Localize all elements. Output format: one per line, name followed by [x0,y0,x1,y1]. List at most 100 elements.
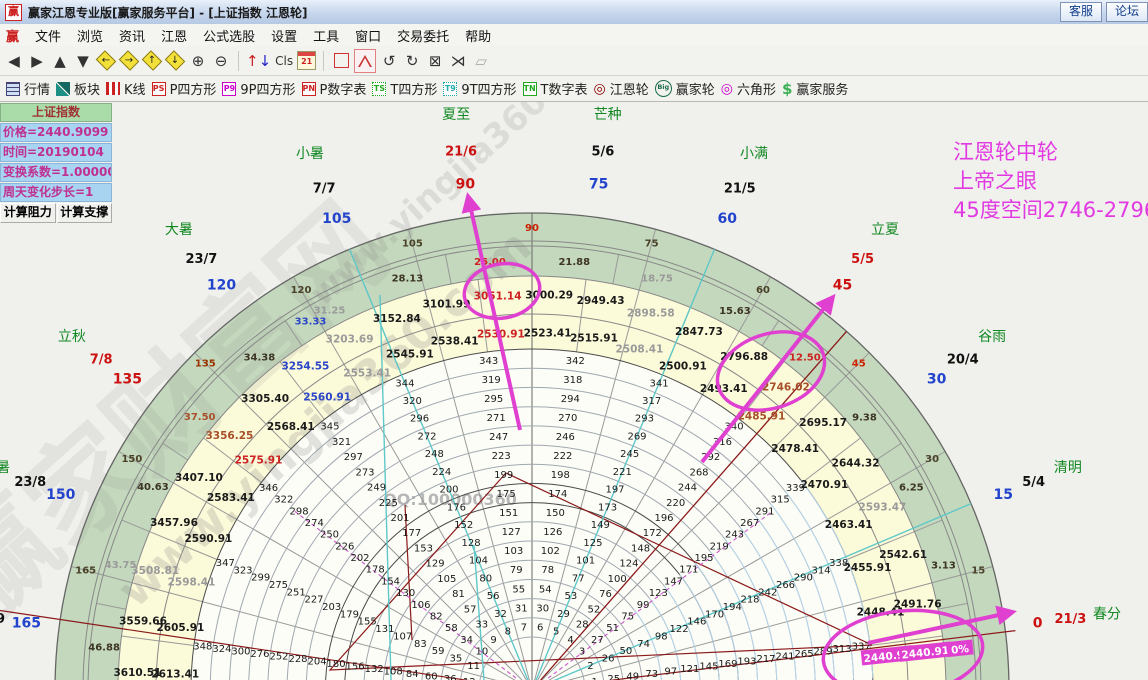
view-button-江恩轮[interactable]: ◎江恩轮 [594,79,649,98]
view-button-label: 9T四方形 [461,79,516,98]
blocks-icon [56,82,70,96]
menu-item[interactable]: 江恩 [153,24,195,47]
svg-text:8: 8 [505,627,511,638]
toolbar-icon[interactable]: ◀ [4,50,24,72]
svg-text:156: 156 [346,662,365,673]
svg-text:46.88: 46.88 [88,643,120,654]
view-button-P四方形[interactable]: PSP四方形 [152,79,217,98]
svg-text:小暑: 小暑 [296,146,324,162]
toolbar-icon[interactable]: ⊖ [211,50,231,72]
svg-text:2463.41: 2463.41 [825,519,873,531]
svg-text:6.25: 6.25 [899,483,924,494]
svg-text:3101.99: 3101.99 [423,298,471,310]
menu-item[interactable]: 文件 [27,24,69,47]
view-button-9P四方形[interactable]: P99P四方形 [222,79,295,98]
svg-text:179: 179 [340,609,359,620]
app-logo-icon: 赢 [5,4,22,21]
letter-icon: T9 [443,82,457,96]
toolbar-icon[interactable]: ▼ [73,50,93,72]
svg-text:250: 250 [320,530,339,541]
svg-text:2593.47: 2593.47 [858,502,906,514]
menu-item[interactable]: 交易委托 [389,24,457,47]
view-button-T数字表[interactable]: TNT数字表 [523,79,588,98]
diamond-arrow-icon[interactable]: ↑ [142,52,162,69]
svg-text:345: 345 [320,422,339,433]
view-button-六角形[interactable]: ◎六角形 [721,79,776,98]
svg-text:49: 49 [626,672,639,680]
svg-text:169: 169 [718,659,737,670]
panel-row: 价格=2440.9099 [0,123,112,142]
panel-button[interactable]: 计算阻力 [0,203,56,223]
menu-item[interactable]: 工具 [305,24,347,47]
toolbar-icon[interactable]: ⊠ [425,50,445,72]
svg-text:245: 245 [620,449,639,460]
title-bar[interactable]: 赢 赢家江恩专业版[赢家服务平台] - [上证指数 江恩轮] 客服论坛 [0,0,1148,25]
svg-text:25: 25 [607,674,620,680]
diamond-arrow-icon[interactable]: → [119,52,139,69]
view-button-9T四方形[interactable]: T9 9T四方形 [443,79,516,98]
svg-text:2644.32: 2644.32 [832,457,880,469]
view-button-T四方形[interactable]: TST四方形 [372,79,437,98]
svg-text:104: 104 [469,556,488,567]
toolbar-icon[interactable]: ▶ [27,50,47,72]
titlebar-button[interactable]: 论坛 [1106,2,1148,22]
letter-icon: PS [152,82,166,96]
view-button-赢家服务[interactable]: $赢家服务 [782,79,848,98]
view-button-P数字表[interactable]: PNP数字表 [302,79,367,98]
svg-text:5: 5 [553,627,559,638]
panel-row: 时间=20190104 [0,143,112,162]
toolbar-icon[interactable]: ⊕ [188,50,208,72]
svg-text:34.38: 34.38 [244,353,276,364]
menu-item[interactable]: 帮助 [457,24,499,47]
menu-item[interactable]: 公式选股 [195,24,263,47]
calendar-icon[interactable]: 21 [297,51,316,70]
svg-text:291: 291 [755,506,774,517]
view-button-板块[interactable]: 板块 [56,79,100,98]
svg-text:348: 348 [193,642,212,653]
svg-text:127: 127 [502,527,521,538]
svg-text:56: 56 [487,591,500,602]
svg-text:9: 9 [490,635,496,646]
svg-text:180: 180 [327,659,346,670]
svg-text:18.75: 18.75 [641,274,673,285]
svg-text:31.25: 31.25 [314,306,346,317]
toolbar-icon[interactable]: ↻ [402,50,422,72]
svg-text:150: 150 [121,454,142,465]
diamond-arrow-icon[interactable]: ← [96,52,116,69]
svg-text:320: 320 [403,396,422,407]
svg-text:清明: 清明 [1054,460,1082,476]
svg-text:296: 296 [410,414,429,425]
svg-text:126: 126 [543,527,562,538]
svg-text:2575.91: 2575.91 [235,455,283,467]
svg-text:129: 129 [426,559,445,570]
svg-text:2568.41: 2568.41 [267,421,315,433]
svg-text:33: 33 [475,620,488,631]
view-button-行情[interactable]: 行情 [6,79,50,98]
view-button-K线[interactable]: K线 [106,79,146,98]
view-button-赢家轮[interactable]: Big赢家轮 [655,79,715,98]
diamond-arrow-icon[interactable]: ↓ [165,52,185,69]
toolbar-icon[interactable]: ▱ [471,50,491,72]
svg-text:21.88: 21.88 [558,257,590,268]
toolbar-icon[interactable]: ▲ [50,50,70,72]
annotation-note-line: 江恩轮中轮 [953,138,1148,167]
svg-text:芒种: 芒种 [594,107,622,123]
menu-item[interactable]: 设置 [263,24,305,47]
svg-text:149: 149 [591,520,610,531]
cls-button[interactable]: Cls [274,50,294,72]
svg-text:251: 251 [287,587,306,598]
sort-updown-icon[interactable]: ↑↓ [246,50,271,72]
titlebar-button[interactable]: 客服 [1060,2,1102,22]
panel-button[interactable]: 计算支撑 [57,203,113,223]
toolbar-icon[interactable]: ⋊ [448,50,468,72]
menu-item[interactable]: 窗口 [347,24,389,47]
gann-wheel-chart[interactable]: 赢家财富网www.yingjia360.comwww.yingjia360.co… [0,0,1148,680]
menu-item[interactable]: 资讯 [111,24,153,47]
svg-text:5/5: 5/5 [851,252,874,267]
view-button-label: 赢家服务 [796,79,848,98]
toolbar-icon[interactable]: ↺ [379,50,399,72]
menu-item[interactable]: 浏览 [69,24,111,47]
square-tool-icon[interactable] [331,50,351,72]
triangle-tool-icon[interactable] [354,49,376,73]
letter-icon: TS [372,82,386,96]
